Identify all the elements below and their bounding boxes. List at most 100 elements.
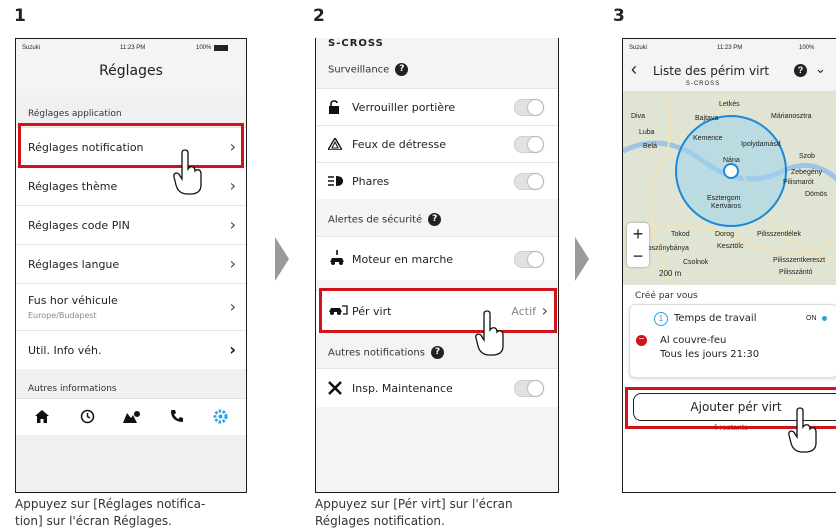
map-label: Diva — [631, 113, 646, 120]
page-title: Réglages — [99, 63, 163, 79]
step-1-caption: Appuyez sur [Réglages notifica- tion] su… — [15, 496, 205, 530]
gear-icon[interactable] — [213, 409, 228, 424]
back-arrow-icon[interactable]: ‹ — [631, 59, 637, 80]
section-header: Surveillance? — [328, 63, 409, 76]
maintenance-toggle[interactable] — [514, 380, 544, 397]
item-label: Insp. Maintenance — [352, 382, 453, 395]
clock: 11:23 PM — [717, 45, 743, 51]
battery-level: 100% — [196, 45, 212, 51]
chevron-right-icon: › — [229, 215, 236, 234]
status-bar: Suzuki 11:23 PM 100% — [623, 39, 836, 57]
settings-item-timezone[interactable]: Fus hor véhicule Europe/Budapest › — [16, 283, 246, 330]
curfew-schedule: Tous les jours 21:30 — [660, 349, 760, 360]
section-header: Alertes de sécurité? — [328, 213, 442, 226]
engine-toggle[interactable] — [514, 251, 544, 268]
phone-screen-settings: Suzuki 11:23 PM 100% Réglages Réglages a… — [15, 38, 247, 493]
settings-item-pin[interactable]: Réglages code PIN › — [16, 205, 246, 244]
phone-icon[interactable] — [170, 409, 184, 423]
help-icon[interactable]: ? — [794, 64, 807, 77]
vehicle-name: S-CROSS — [328, 38, 384, 49]
caption-line: Appuyez sur [Pér virt] sur l'écran — [315, 497, 513, 511]
chevron-right-icon: › — [229, 254, 236, 273]
map-label: Csolnok — [683, 259, 709, 266]
map-icon[interactable] — [123, 410, 141, 423]
section-header: Autres informations — [28, 384, 117, 394]
tap-hand-icon — [475, 310, 504, 356]
item-label: Réglages code PIN — [28, 219, 130, 232]
map-label: Pilisszentkereszt — [773, 257, 826, 264]
notif-item-engine: Moteur en marche — [316, 236, 558, 281]
notif-item-lock: Verrouiller portière — [316, 88, 558, 125]
zoom-in-button[interactable]: + — [627, 223, 649, 245]
map-label: Ipolydamásd — [741, 141, 781, 148]
help-icon[interactable]: ? — [428, 213, 442, 226]
item-label: Util. Info véh. — [28, 344, 102, 357]
clock: 11:23 PM — [120, 45, 146, 51]
remove-icon[interactable]: − — [636, 335, 647, 346]
section-header: Réglages application — [28, 109, 122, 119]
phone-screen-geofence-list: Suzuki 11:23 PM 100% ‹ Liste des périm v… — [622, 38, 836, 493]
map-label: Bajtava — [695, 115, 719, 122]
home-icon[interactable] — [35, 410, 49, 423]
geofence-toggle-state[interactable]: ON — [806, 315, 817, 322]
carrier-label: Suzuki — [22, 45, 41, 51]
page-title: Liste des périm virt — [653, 64, 770, 78]
map-label: Pilisszentlélek — [757, 231, 801, 238]
step-2-caption: Appuyez sur [Pér virt] sur l'écran Régla… — [315, 496, 513, 530]
hazard-icon — [328, 138, 342, 150]
hazard-toggle[interactable] — [514, 136, 544, 153]
geofence-index-badge: 1 — [654, 312, 668, 326]
chevron-right-icon: › — [229, 340, 236, 359]
highlight-box — [319, 288, 557, 333]
lights-toggle[interactable] — [514, 173, 544, 190]
notif-item-hazard: Feux de détresse — [316, 125, 558, 162]
step-number-3: 3 — [613, 6, 625, 26]
section-header: Autres notifications? — [328, 346, 444, 359]
settings-item-theme[interactable]: Réglages thème › — [16, 166, 246, 205]
battery-icon — [214, 45, 228, 51]
map-label: Luba — [639, 129, 655, 136]
chevron-right-icon: › — [229, 176, 236, 195]
chevron-right-icon: › — [229, 297, 236, 316]
item-label: Feux de détresse — [352, 138, 447, 151]
map-label: Tokod — [671, 231, 690, 238]
timezone-value: Europe/Budapest — [28, 311, 97, 320]
zoom-control: + − — [627, 223, 649, 267]
tap-hand-icon — [788, 407, 817, 453]
map-label: Dorog — [715, 231, 735, 238]
highlight-box — [18, 123, 244, 168]
history-icon[interactable] — [80, 409, 95, 424]
item-label: Fus hor véhicule — [28, 294, 118, 307]
engine-running-icon — [330, 250, 344, 265]
map-view[interactable]: Diva Luba Belá Letkés Bajtava Márianoszt… — [623, 91, 836, 285]
settings-item-vehicle-info[interactable]: Util. Info véh. › — [16, 330, 246, 369]
zoom-out-button[interactable]: − — [627, 245, 649, 267]
padlock-icon — [329, 100, 339, 114]
section-label: Autres notifications — [328, 347, 425, 359]
next-step-arrow — [575, 237, 589, 281]
item-label: Moteur en marche — [352, 253, 454, 266]
caption-line: Appuyez sur [Réglages notifica- — [15, 497, 206, 511]
geofence-card[interactable]: 1 Temps de travail ON − Al couvre-feu To… — [629, 304, 836, 378]
lock-toggle[interactable] — [514, 99, 544, 116]
map-canvas — [623, 91, 836, 285]
map-label: Pilisszántó — [779, 269, 813, 276]
settings-item-language[interactable]: Réglages langue › — [16, 244, 246, 283]
chevron-down-icon[interactable]: ⌄ — [815, 61, 826, 77]
map-label: Márianosztra — [771, 113, 812, 120]
help-icon[interactable]: ? — [430, 346, 444, 359]
map-label: Kemence — [693, 135, 723, 142]
tap-hand-icon — [173, 149, 202, 195]
step-number-1: 1 — [14, 6, 26, 26]
help-icon[interactable]: ? — [395, 63, 409, 76]
step-number-2: 2 — [313, 6, 325, 26]
notif-item-maintenance: Insp. Maintenance — [316, 368, 558, 407]
caption-line: tion] sur l'écran Réglages. — [15, 514, 172, 528]
item-label: Réglages langue — [28, 258, 120, 271]
phone-screen-notifications: S-CROSS Surveillance? Verrouiller portiè… — [315, 38, 559, 493]
map-label: Belá — [643, 143, 658, 150]
section-label: Alertes de sécurité — [328, 214, 423, 226]
map-label: Letkés — [719, 101, 740, 108]
status-bar: Suzuki 11:23 PM 100% — [16, 39, 246, 57]
map-label: Dömös — [805, 191, 828, 198]
